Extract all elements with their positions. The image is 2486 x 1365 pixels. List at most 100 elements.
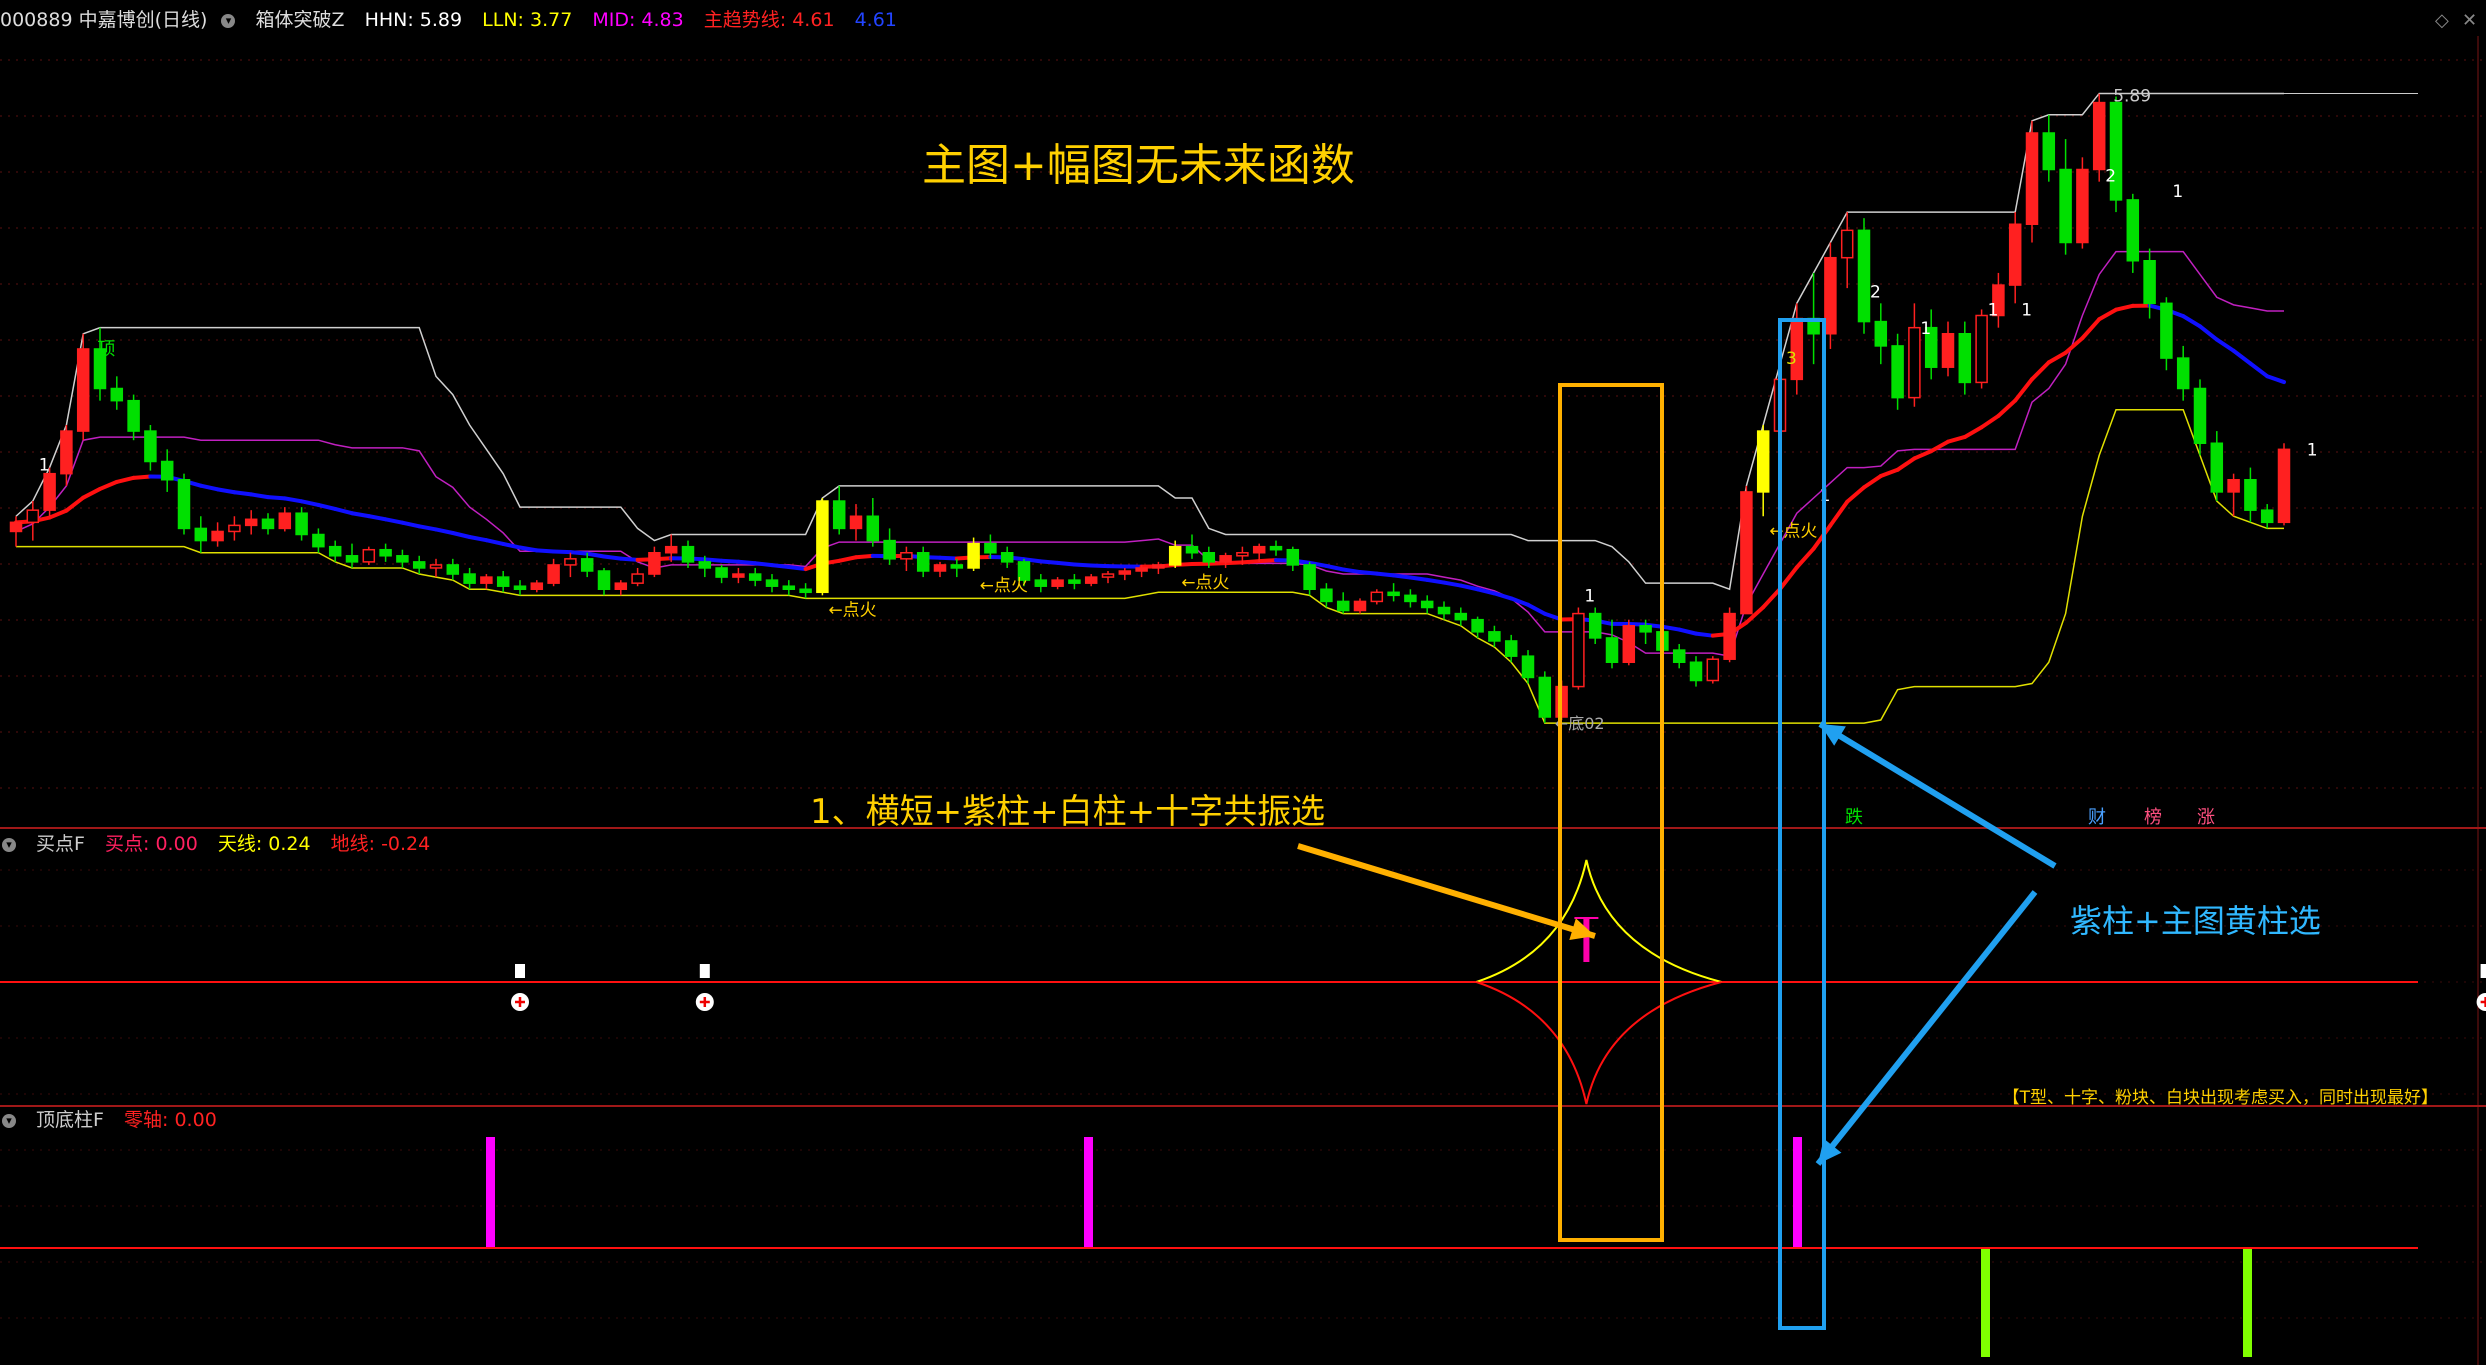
lln-value: LLN: 3.77 xyxy=(482,9,573,31)
candle xyxy=(144,430,157,463)
bottom-label: ←底02 xyxy=(1555,714,1605,733)
candle xyxy=(1370,591,1384,603)
magenta-bar xyxy=(486,1137,495,1247)
candle xyxy=(2126,199,2140,262)
candle xyxy=(1437,606,1451,615)
candle xyxy=(950,564,964,569)
collapse-icon[interactable]: ▾ xyxy=(2,1113,16,1128)
mid-value: MID: 4.83 xyxy=(592,9,684,31)
fire-label: ←点火 xyxy=(1769,521,1817,541)
candle xyxy=(2210,442,2224,493)
trend-segment xyxy=(215,487,237,495)
candle xyxy=(1941,333,1955,368)
candle xyxy=(1236,552,1249,557)
candle xyxy=(1975,314,1988,384)
candle xyxy=(446,564,460,575)
candle xyxy=(412,561,426,569)
close-icon[interactable]: ✕ xyxy=(2462,10,2477,31)
candle xyxy=(1672,649,1686,663)
main-header: 000889 中嘉博创(日线) ▾ 箱体突破Z HHN: 5.89 LLN: 3… xyxy=(0,2,911,38)
count-label: 1 xyxy=(2021,301,2032,321)
candle xyxy=(1051,579,1064,587)
candle xyxy=(984,542,997,554)
candle xyxy=(849,515,863,530)
candle xyxy=(278,512,292,530)
fire-label: ←点火 xyxy=(980,576,1028,596)
annotation-title: 主图+幅图无未来函数 xyxy=(922,140,1355,191)
candle xyxy=(110,387,124,402)
candle xyxy=(1118,570,1132,575)
candle xyxy=(1891,345,1904,399)
candle xyxy=(2193,387,2207,444)
candle xyxy=(1219,555,1232,563)
candle xyxy=(2176,357,2190,390)
candle xyxy=(362,548,376,563)
collapse-icon[interactable]: ▾ xyxy=(221,13,236,28)
trend-segment xyxy=(131,474,153,480)
candle xyxy=(1404,594,1417,603)
candle xyxy=(345,555,359,563)
candle xyxy=(1336,600,1350,612)
trend-segment xyxy=(1358,570,1379,576)
candle xyxy=(177,479,191,530)
candle xyxy=(2227,479,2240,493)
candle xyxy=(1303,564,1316,591)
collapse-icon[interactable]: ▾ xyxy=(2,837,16,852)
candle xyxy=(916,552,930,572)
top-label: 顶 xyxy=(97,339,115,360)
trend-segment xyxy=(585,551,606,559)
candle xyxy=(1471,618,1484,633)
candle xyxy=(295,512,308,536)
trend-segment xyxy=(1391,573,1413,580)
candle xyxy=(1958,333,1972,384)
candle xyxy=(1706,658,1720,682)
candle xyxy=(547,564,560,584)
candle xyxy=(1538,676,1552,718)
candle xyxy=(816,500,829,594)
candle xyxy=(2059,168,2072,244)
candle xyxy=(60,430,73,475)
candle xyxy=(782,585,796,590)
candle xyxy=(580,558,594,572)
candle xyxy=(1454,612,1468,621)
candle xyxy=(2160,302,2173,359)
trend-segment xyxy=(518,545,539,553)
cai-tag: 财 xyxy=(2088,807,2106,828)
candle xyxy=(1101,573,1115,578)
count-label: 2 xyxy=(1870,282,1881,302)
fire-label: ←点火 xyxy=(1181,573,1229,593)
max-price-label: 5.89 xyxy=(2113,86,2151,106)
candle xyxy=(967,542,980,569)
stock-title: 000889 中嘉博创(日线) xyxy=(0,9,208,31)
candle xyxy=(26,509,40,524)
candle xyxy=(614,582,628,591)
indicator-name: 箱体突破Z xyxy=(255,9,345,31)
lime-bar xyxy=(1981,1249,1990,1357)
candle xyxy=(211,530,224,542)
candle xyxy=(1084,576,1098,584)
trend-segment xyxy=(1660,624,1682,632)
magenta-bar xyxy=(1793,1137,1802,1247)
candle xyxy=(748,573,762,581)
diamond-icon[interactable]: ◇ xyxy=(2435,10,2449,31)
candle xyxy=(1605,637,1619,664)
candle xyxy=(160,460,174,481)
count-label: 1 xyxy=(1584,586,1595,606)
trend-blue-value: 4.61 xyxy=(854,9,897,31)
white-block xyxy=(515,964,525,978)
candle xyxy=(799,588,812,594)
candle xyxy=(496,576,510,587)
candle xyxy=(681,545,695,563)
candle xyxy=(1572,612,1585,688)
candle xyxy=(732,573,745,578)
trend-segment xyxy=(1089,563,1110,569)
candle xyxy=(2143,260,2156,305)
annotation-note1: 1、横短+紫柱+白柱+十字共振选 xyxy=(810,792,1325,832)
trend-segment xyxy=(854,553,875,560)
candle xyxy=(312,533,325,548)
annotation-note2: 紫柱+主图黄柱选 xyxy=(2070,902,2321,940)
candle xyxy=(648,552,661,575)
trend-segment xyxy=(1072,562,1094,568)
candle xyxy=(396,555,409,563)
candle xyxy=(513,585,527,590)
